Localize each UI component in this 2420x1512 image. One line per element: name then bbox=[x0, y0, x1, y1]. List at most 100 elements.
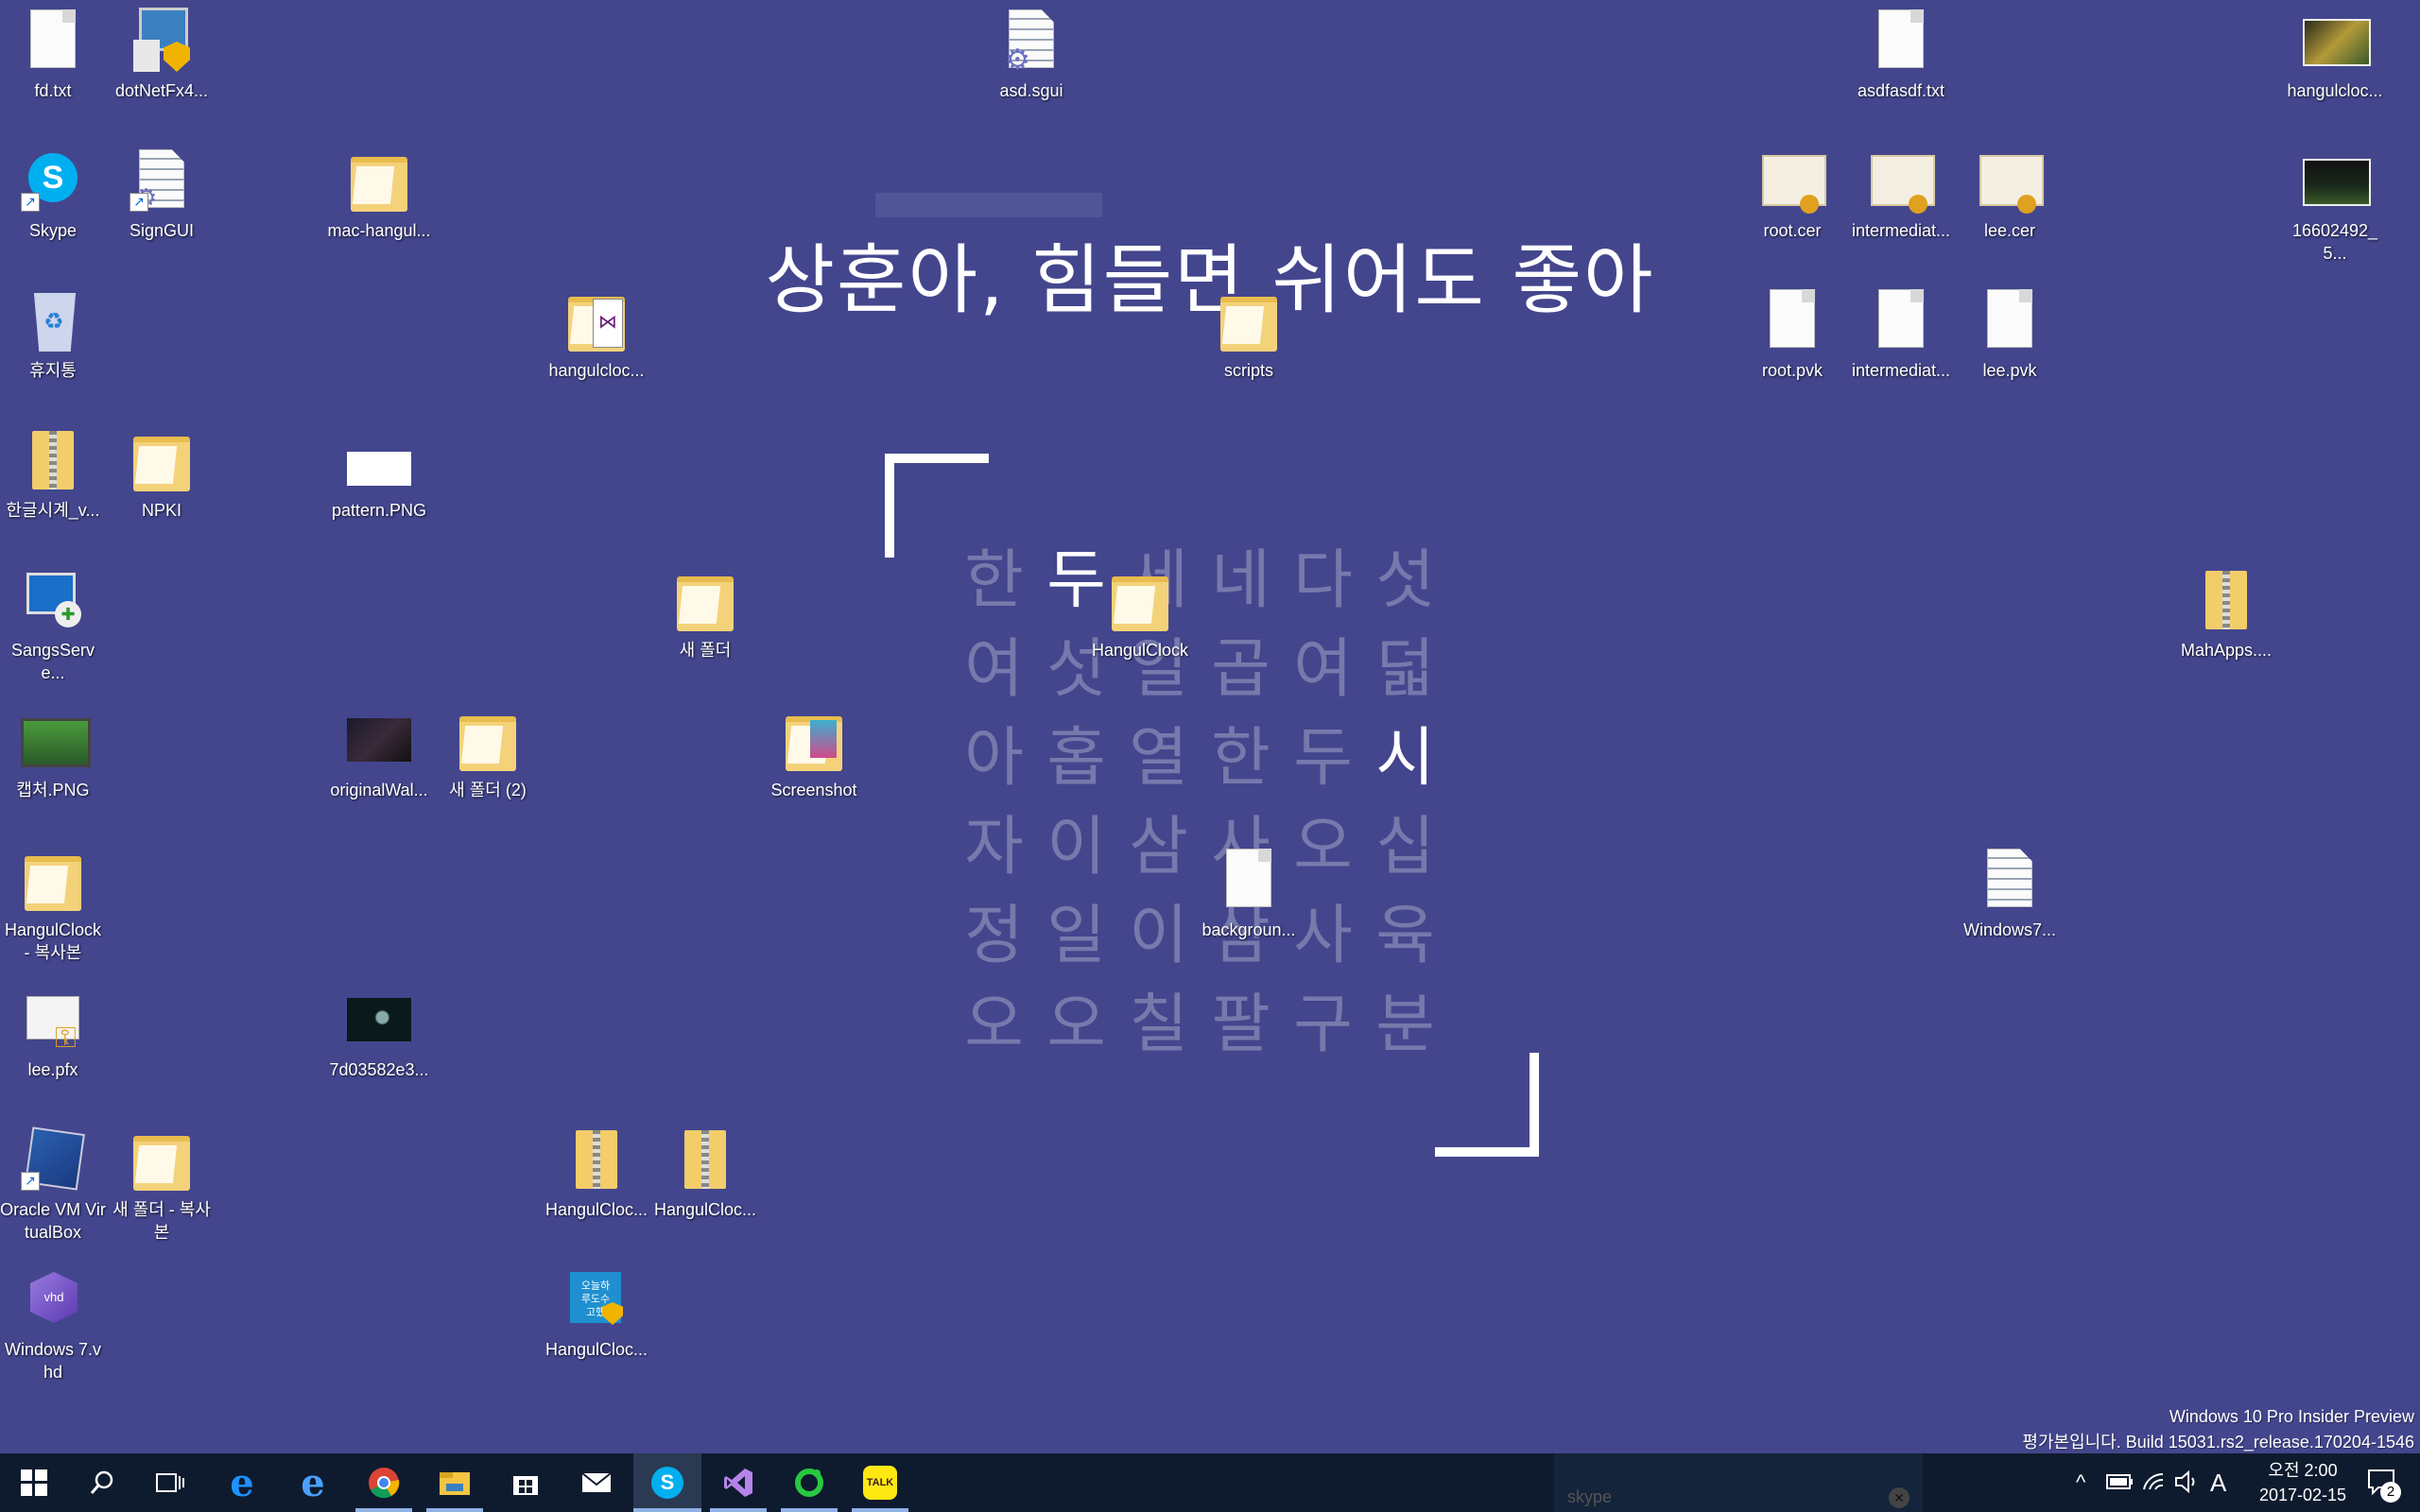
desktop-icon-screenshot[interactable]: Screenshot bbox=[761, 705, 867, 801]
desktop-icon-mac-hangul[interactable]: mac-hangul... bbox=[326, 146, 432, 242]
desktop-icon-fd-txt[interactable]: fd.txt bbox=[0, 6, 106, 102]
desktop-icon-lee-pvk[interactable]: lee.pvk bbox=[1957, 285, 2063, 382]
blank-file-icon bbox=[1213, 845, 1285, 917]
icon-label: MahApps.... bbox=[2180, 641, 2273, 660]
desktop-icon-originalwallpaper[interactable]: originalWal... bbox=[326, 705, 432, 801]
edge-icon: e bbox=[230, 1460, 254, 1505]
taskbar-date[interactable]: 2017-02-15 bbox=[2237, 1484, 2369, 1506]
mail-taskbar-button[interactable] bbox=[562, 1453, 631, 1512]
desktop-icon-windows7-vhd[interactable]: vhd Windows 7.vhd bbox=[0, 1264, 106, 1383]
visual-studio-folder-icon: ⋈ bbox=[561, 285, 632, 357]
desktop-icon-pattern-png[interactable]: pattern.PNG bbox=[326, 425, 432, 522]
edge-taskbar-button[interactable]: e bbox=[208, 1453, 276, 1512]
kakaotalk-taskbar-button[interactable]: TALK bbox=[846, 1453, 914, 1512]
desktop-icon-new-folder-2[interactable]: 새 폴더 (2) bbox=[435, 705, 541, 801]
clock-bracket-bottom-right bbox=[1435, 1053, 1539, 1157]
installer-icon bbox=[126, 6, 198, 77]
ie-taskbar-button[interactable]: e bbox=[279, 1453, 347, 1512]
desktop-icon-windows7-txt[interactable]: Windows7... bbox=[1957, 845, 2063, 941]
desktop-icon-scripts[interactable]: scripts bbox=[1196, 285, 1302, 382]
icon-label: hangulcloc... bbox=[2287, 81, 2383, 100]
folder-icon bbox=[17, 845, 89, 917]
desktop-icon-16602492[interactable]: 16602492_5... bbox=[2282, 146, 2388, 265]
desktop-icon-signgui[interactable]: ⚙↗ SignGUI bbox=[109, 146, 215, 242]
text-file-icon bbox=[1865, 6, 1937, 77]
clock-char: 오 bbox=[1046, 988, 1106, 1062]
ime-indicator[interactable]: A bbox=[2210, 1469, 2226, 1498]
desktop-icon-lee-pfx[interactable]: ⚿ lee.pfx bbox=[0, 985, 106, 1081]
skype-taskbar-button[interactable]: S bbox=[633, 1453, 701, 1512]
desktop-icon-asdfasdf-txt[interactable]: asdfasdf.txt bbox=[1848, 6, 1954, 102]
desktop-icon-new-folder[interactable]: 새 폴더 bbox=[652, 565, 758, 662]
icon-label: SangsServe... bbox=[10, 641, 95, 682]
search-button[interactable] bbox=[68, 1453, 136, 1512]
desktop-icon-mahapps[interactable]: MahApps.... bbox=[2173, 565, 2279, 662]
clock-char: 십 bbox=[1375, 810, 1435, 885]
icon-label: mac-hangul... bbox=[327, 221, 431, 240]
icon-label: HangulClock bbox=[1091, 641, 1189, 660]
store-taskbar-button[interactable] bbox=[492, 1453, 560, 1512]
folder-icon bbox=[126, 1125, 198, 1196]
icon-label: originalWal... bbox=[330, 781, 428, 799]
desktop-icon-new-folder-copy[interactable]: 새 폴더 - 복사본 bbox=[109, 1125, 215, 1244]
desktop-icon-hangulclock-vs[interactable]: ⋈ hangulcloc... bbox=[544, 285, 649, 382]
file-explorer-taskbar-button[interactable] bbox=[421, 1453, 489, 1512]
desktop-icon-skype[interactable]: S ↗ Skype bbox=[0, 146, 106, 242]
task-view-button[interactable] bbox=[136, 1453, 204, 1512]
volume-icon[interactable] bbox=[2174, 1469, 2199, 1499]
desktop[interactable]: 상훈아, 힘들면 쉬어도 좋아 한두세네다섯여섯일곱여덟아홉열한두시자이삼사오십… bbox=[0, 0, 2420, 1453]
desktop-icon-hangulclock-app[interactable]: 오늘하 루도수 고했 HangulCloc... bbox=[544, 1264, 649, 1361]
desktop-icon-hangul-clock-zip[interactable]: 한글시계_v... bbox=[0, 425, 106, 522]
chrome-taskbar-button[interactable] bbox=[350, 1453, 418, 1512]
clock-char: 육 bbox=[1375, 899, 1435, 973]
desktop-icon-root-pvk[interactable]: root.pvk bbox=[1739, 285, 1845, 382]
visual-studio-taskbar-button[interactable] bbox=[704, 1453, 772, 1512]
desktop-icon-lee-cer[interactable]: lee.cer bbox=[1957, 146, 2063, 242]
desktop-icon-hangulclock-zip-b[interactable]: HangulCloc... bbox=[652, 1125, 758, 1221]
folder-icon bbox=[343, 146, 415, 217]
network-icon[interactable] bbox=[2142, 1470, 2167, 1499]
clock-char: 다 bbox=[1293, 543, 1353, 618]
desktop-icon-npki[interactable]: NPKI bbox=[109, 425, 215, 522]
desktop-icon-background[interactable]: backgroun... bbox=[1196, 845, 1302, 941]
text-file-icon bbox=[1974, 845, 2046, 917]
desktop-icon-7d03582e3[interactable]: 7d03582e3... bbox=[326, 985, 432, 1081]
close-icon[interactable]: ✕ bbox=[1889, 1487, 1910, 1508]
start-button[interactable] bbox=[0, 1453, 68, 1512]
desktop-icon-root-cer[interactable]: root.cer bbox=[1739, 146, 1845, 242]
desktop-icon-sangsserver[interactable]: ✚ SangsServe... bbox=[0, 565, 106, 684]
desktop-icon-dotnetfx[interactable]: dotNetFx4... bbox=[109, 6, 215, 102]
clock-char: 이 bbox=[1046, 810, 1106, 885]
icon-label: 새 폴더 (2) bbox=[449, 781, 527, 799]
icon-label: pattern.PNG bbox=[331, 501, 427, 520]
clock-ghost-bar bbox=[875, 193, 1102, 217]
desktop-icon-intermediate-cer[interactable]: intermediat... bbox=[1848, 146, 1954, 242]
mail-icon bbox=[581, 1472, 612, 1492]
desktop-icon-intermediate-pvk[interactable]: intermediat... bbox=[1848, 285, 1954, 382]
icon-label: HangulCloc... bbox=[544, 1340, 648, 1359]
desktop-icon-hangulclock-copy[interactable]: HangulClock - 복사본 bbox=[0, 845, 106, 964]
skype-preview-thumbnail[interactable]: skype ✕ bbox=[1554, 1453, 1923, 1512]
action-center-button[interactable]: 2 bbox=[2354, 1453, 2420, 1512]
chevron-up-icon[interactable]: ^ bbox=[2076, 1470, 2085, 1495]
battery-icon[interactable] bbox=[2106, 1472, 2135, 1497]
taskbar-time[interactable]: 오전 2:00 bbox=[2237, 1459, 2369, 1482]
desktop-icon-hangulclock-zip-a[interactable]: HangulCloc... bbox=[544, 1125, 649, 1221]
zip-folder-icon bbox=[561, 1125, 632, 1196]
line-taskbar-button[interactable] bbox=[775, 1453, 843, 1512]
desktop-icon-asd-sgui[interactable]: ⚙ asd.sgui bbox=[978, 6, 1084, 102]
desktop-icon-capture-png[interactable]: 캡처.PNG bbox=[0, 705, 106, 801]
icon-label: hangulcloc... bbox=[548, 361, 645, 380]
desktop-icon-hangulclock-image[interactable]: hangulcloc... bbox=[2282, 6, 2388, 102]
icon-label: 새 폴더 bbox=[679, 641, 732, 660]
icon-label: asdfasdf.txt bbox=[1857, 81, 1945, 100]
icon-label: 캡처.PNG bbox=[16, 781, 90, 799]
windows-watermark: Windows 10 Pro Insider Preview 평가본입니다. B… bbox=[2022, 1404, 2414, 1455]
desktop-icon-recycle-bin[interactable]: ♻ 휴지통 bbox=[0, 285, 106, 382]
clock-char: 이 bbox=[1129, 899, 1188, 973]
clock-char: 오 bbox=[964, 988, 1024, 1062]
desktop-icon-virtualbox[interactable]: ↗ Oracle VM VirtualBox bbox=[0, 1125, 106, 1244]
clock-char: 자 bbox=[964, 810, 1024, 885]
desktop-icon-hangulclock-folder[interactable]: HangulClock bbox=[1087, 565, 1193, 662]
icon-label: Screenshot bbox=[770, 781, 857, 799]
